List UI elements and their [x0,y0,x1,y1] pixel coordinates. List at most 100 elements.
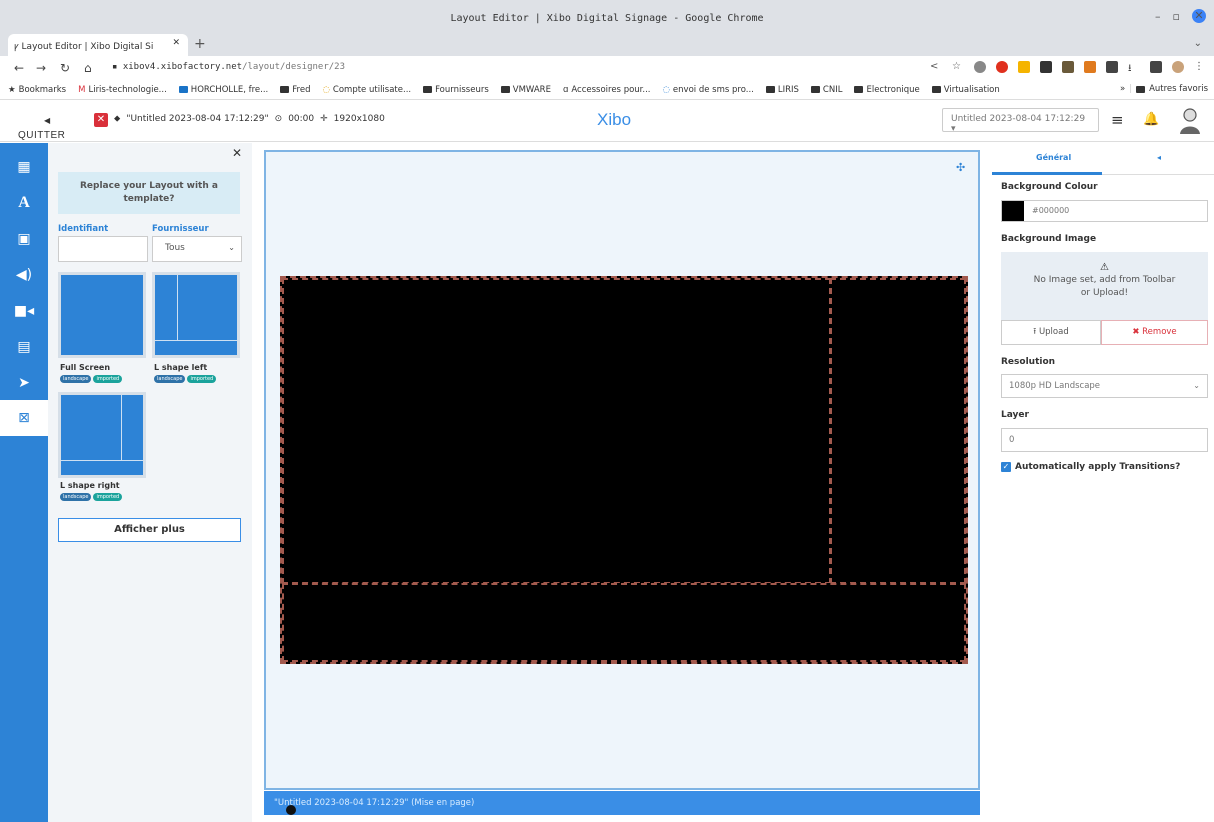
bookmark-item[interactable]: HORCHOLLE, fre... [178,85,268,95]
tab-general[interactable]: Général [1036,153,1071,162]
bookmarks-bar: ★ Bookmarks M Liris-technologie... HORCHOL… [0,80,1214,100]
chevron-down-icon: ⌄ [1193,381,1200,390]
bookmark-item[interactable]: ɑ Accessoires pour... [563,85,651,95]
reload-icon[interactable]: ↻ [60,61,70,75]
layout-templates-icon[interactable]: ⊠ [0,400,48,436]
close-panel-icon[interactable]: ✕ [232,146,242,160]
extension2-icon[interactable] [1062,61,1074,73]
bg-colour-label: Background Colour [1001,182,1098,192]
bookmark-item[interactable]: Virtualisation [931,85,1000,95]
layer-input[interactable]: 0 [1001,428,1208,452]
bookmark-item[interactable]: VMWARE [500,85,551,95]
fox-icon[interactable] [1084,61,1096,73]
resolution-icon: ✛ [320,114,328,124]
region-bottom[interactable] [282,583,966,662]
bookmark-item[interactable]: M Liris-technologie... [78,85,167,95]
bookmark-item[interactable]: Fred [280,85,310,95]
upload-button[interactable]: ⭱ Upload [1001,320,1101,345]
maximize-icon[interactable]: ▫ [1173,10,1180,23]
template-panel: ✕ Replace your Layout with a template? I… [48,143,252,822]
layout-info: ⬥ "Untitled 2023-08-04 17:12:29" ⊙ 00:00 ✛… [114,114,385,124]
clock-icon: ⊙ [274,114,283,124]
back-arrow-icon[interactable]: ◀ [44,116,50,125]
provider-select[interactable]: Tous ⌄ [152,236,242,262]
layout-canvas[interactable] [280,276,968,664]
show-more-button[interactable]: Afficher plus [58,518,241,542]
tab-search-chevron-icon[interactable]: ⌄ [1194,38,1202,49]
window-titlebar: Layout Editor | Xibo Digital Signage - G… [0,0,1214,34]
xibo-logo: Xibo [597,110,632,129]
bookmark-item[interactable]: Electronique [854,85,920,95]
region-main[interactable] [282,278,831,584]
notes-icon[interactable] [1018,61,1030,73]
close-window-icon[interactable]: ✕ [1192,9,1206,23]
forward-icon[interactable]: → [36,61,46,75]
layout-name[interactable]: "Untitled 2023-08-04 17:12:29" [126,114,268,124]
layout-select[interactable]: Untitled 2023-08-04 17:12:29 ▾ [942,108,1099,134]
url-field[interactable]: ▪ xibov4.xibofactory.net/layout/designer… [112,62,345,72]
image-icon[interactable]: ▣ [0,221,48,257]
profile-icon[interactable] [1172,61,1184,73]
remove-button[interactable]: ✖ Remove [1101,320,1208,345]
bookmark-item[interactable]: ★ Bookmarks [8,85,66,95]
region-side[interactable] [830,278,966,584]
archive-icon[interactable]: ▤ [0,329,48,365]
download-icon[interactable]: ⭳ [1128,61,1140,74]
avatar[interactable] [1178,106,1202,134]
tag-imported: imported [93,375,123,383]
bookmark-item[interactable]: ◌ Compte utilisate... [322,85,411,95]
gmail-icon: M [78,84,86,95]
opera-icon[interactable] [996,61,1008,73]
template-name: L shape right [60,481,120,490]
extension-icon[interactable] [974,61,986,73]
url-host: xibov4.xibofactory.net [122,62,243,72]
delete-layout-button[interactable]: ✕ [94,113,108,127]
bell-icon[interactable]: 🔔 [1143,112,1159,127]
bg-colour-input[interactable]: #000000 [1001,200,1208,222]
audio-icon[interactable]: ◀) [0,257,48,293]
folder-icon [1136,85,1146,93]
puzzle-icon[interactable] [1106,61,1118,73]
move-icon[interactable]: ✣ [956,161,965,174]
resolution-select[interactable]: 1080p HD Landscape ⌄ [1001,374,1208,398]
folder-icon [931,86,941,93]
bookmark-item[interactable]: Fournisseurs [423,85,489,95]
more-bookmarks-button[interactable]: » [1120,84,1125,94]
window-title: Layout Editor | Xibo Digital Signage - G… [450,13,764,24]
tab-send-icon[interactable]: ◂ [1157,153,1161,162]
star-icon: ★ [8,84,16,95]
auto-transitions-checkbox[interactable]: ✓ [1001,462,1011,472]
bookmark-item[interactable]: LIRIS [765,85,799,95]
widgets-grid-icon[interactable]: ▦ [0,149,48,185]
viewer-footer: "Untitled 2023-08-04 17:12:29" (Mise en … [264,791,980,815]
tag-landscape: landscape [60,375,92,383]
layout-duration: 00:00 [288,114,315,124]
new-tab-icon[interactable]: + [194,36,206,52]
bookmark-item[interactable]: CNIL [810,85,842,95]
window-icon[interactable] [1150,61,1162,73]
identifier-input[interactable] [58,236,148,262]
amazon-icon: ɑ [562,84,569,95]
sms-icon: ◌ [662,84,670,95]
pencil-icon[interactable] [1040,61,1052,73]
colour-swatch[interactable] [1002,201,1024,221]
hamburger-menu-icon[interactable]: ≡ [1111,111,1124,129]
home-icon[interactable]: ⌂ [84,61,92,75]
tab-close-icon[interactable]: ✕ [172,38,180,48]
video-icon[interactable]: ■◂ [0,293,48,329]
send-icon[interactable]: ➤ [0,365,48,401]
quit-label[interactable]: QUITTER [18,130,65,140]
back-icon[interactable]: ← [14,61,24,75]
text-icon[interactable]: A [0,185,48,221]
browser-tab[interactable]: ꝩ Layout Editor | Xibo Digital Si ✕ [8,34,188,56]
share-icon[interactable]: < [930,61,942,73]
template-l-shape-right[interactable] [58,392,146,478]
star-icon[interactable]: ☆ [952,61,964,73]
menu-icon[interactable]: ⋮ [1194,61,1206,73]
template-full-screen[interactable] [58,272,146,358]
bookmark-item[interactable]: ◌ envoi de sms pro... [663,85,754,95]
template-l-shape-left[interactable] [152,272,240,358]
minimize-icon[interactable]: – [1155,10,1161,23]
play-icon[interactable] [286,805,296,815]
other-bookmarks[interactable]: Autres favoris [1149,84,1208,94]
